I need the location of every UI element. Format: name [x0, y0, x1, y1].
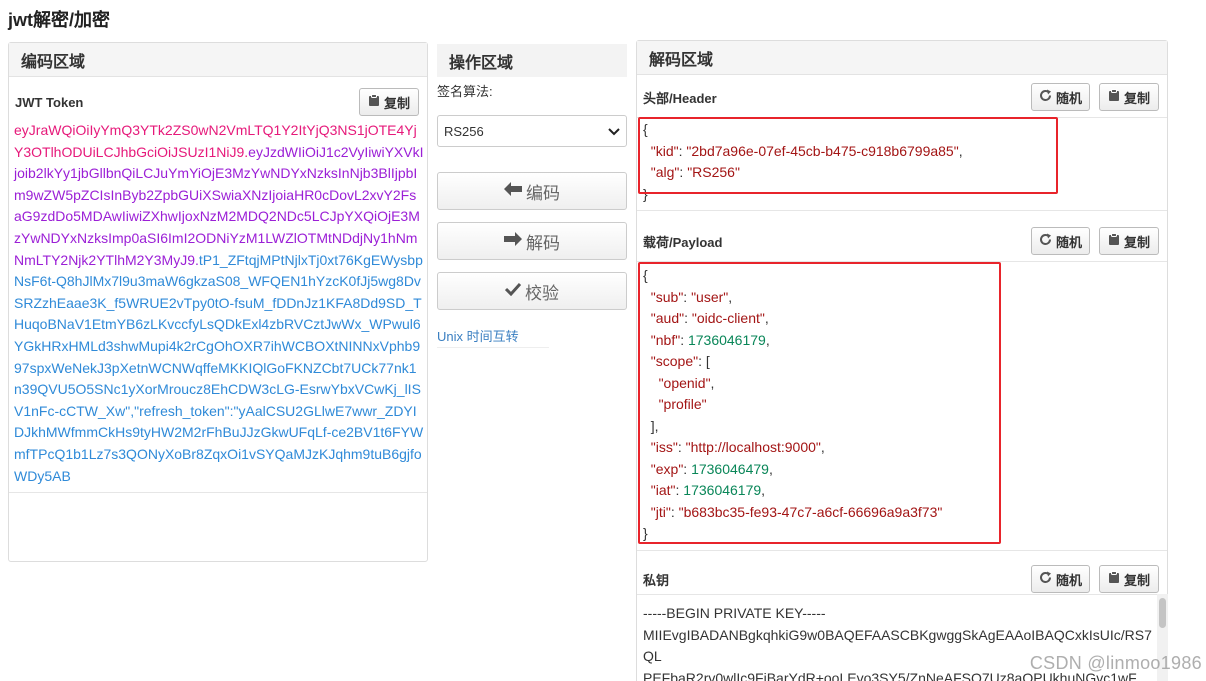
code-line: "iat": 1736046179, — [650, 482, 766, 498]
verify-button[interactable]: 校验 — [437, 272, 627, 310]
code-line: "sub": "user", — [650, 288, 733, 305]
private-key-random-label: 随机 — [1055, 572, 1082, 588]
header-json-editor[interactable]: { "kid": "2bd7a96e-07ef-45cb-b475-c918b6… — [637, 117, 1167, 211]
payload-label: 载荷/Payload — [643, 234, 723, 250]
jwt-token-header: JWT Token 复制 — [9, 81, 427, 123]
clipboard-icon — [1108, 233, 1120, 249]
private-key-copy-label: 复制 — [1123, 572, 1150, 588]
decode-panel: 解码区域 头部/Header 随机 复制 { "kid": "2bd7a96e-… — [636, 40, 1168, 681]
code-line: "scope": [ — [650, 353, 710, 369]
code-line: "exp": 1736046479, — [650, 460, 773, 477]
private-key-random-button[interactable]: 随机 — [1031, 565, 1090, 593]
clipboard-icon — [1108, 571, 1120, 587]
token-payload-part: eyJzdWIiOiJ1c2VyIiwiYXVkIjoib2lkYy1jbGll… — [14, 143, 424, 268]
page-title: jwt解密/加密 — [8, 10, 110, 30]
payload-random-button[interactable]: 随机 — [1031, 227, 1090, 255]
code-line: "iss": "http://localhost:9000", — [650, 439, 825, 455]
code-line: } — [643, 525, 648, 541]
code-line: "openid", — [658, 374, 715, 391]
header-copy-label: 复制 — [1123, 90, 1150, 106]
unix-time-link[interactable]: Unix 时间互转 — [437, 326, 549, 348]
header-copy-button[interactable]: 复制 — [1099, 83, 1159, 111]
verify-button-label: 校验 — [525, 283, 559, 303]
copy-token-button[interactable]: 复制 — [359, 88, 419, 116]
header-section-head: 头部/Header 随机 复制 — [637, 79, 1167, 115]
arrow-left-icon — [504, 181, 522, 201]
code-line: "kid": "2bd7a96e-07ef-45cb-b475-c918b679… — [650, 142, 963, 159]
private-key-scrollbar-thumb[interactable] — [1159, 598, 1166, 628]
payload-random-label: 随机 — [1055, 234, 1082, 250]
private-key-section-head: 私钥 随机 复制 — [637, 561, 1167, 597]
code-line: { — [643, 121, 648, 137]
payload-json-editor[interactable]: { "sub": "user", "aud": "oidc-client", "… — [637, 261, 1167, 551]
copy-token-label: 复制 — [383, 95, 410, 111]
header-label: 头部/Header — [643, 90, 717, 106]
encode-button-label: 编码 — [526, 183, 560, 203]
code-line: "profile" — [658, 396, 707, 412]
decode-button[interactable]: 解码 — [437, 222, 627, 260]
clipboard-icon — [1108, 89, 1120, 105]
token-divider — [9, 492, 427, 493]
private-key-copy-button[interactable]: 复制 — [1099, 565, 1159, 593]
watermark: CSDN @linmoo1986 — [1029, 653, 1202, 673]
check-icon — [504, 281, 522, 301]
code-line: "aud": "oidc-client", — [650, 310, 769, 326]
header-random-button[interactable]: 随机 — [1031, 83, 1090, 111]
refresh-icon — [1039, 89, 1052, 105]
header-random-label: 随机 — [1055, 90, 1082, 106]
operation-panel-title: 操作区域 — [437, 44, 627, 77]
arrow-right-icon — [504, 231, 522, 251]
decode-panel-title: 解码区域 — [637, 41, 1167, 75]
encode-panel-title: 编码区域 — [9, 43, 427, 77]
code-line: "alg": "RS256" — [650, 164, 740, 180]
private-key-label: 私钥 — [643, 572, 670, 588]
clipboard-icon — [368, 94, 380, 110]
code-line: "jti": "b683bc35-fe93-47c7-a6cf-66696a9a… — [650, 503, 943, 520]
encode-button[interactable]: 编码 — [437, 172, 627, 210]
code-line: "nbf": 1736046179, — [650, 331, 770, 348]
operation-panel: 操作区域 签名算法: RS256 编码 解码 校验 Unix 时间互转 — [437, 44, 627, 348]
code-line: { — [643, 267, 648, 283]
algorithm-select[interactable]: RS256 — [437, 115, 627, 147]
refresh-icon — [1039, 233, 1052, 249]
payload-section-head: 载荷/Payload 随机 复制 — [637, 223, 1167, 259]
algorithm-selected-value: RS256 — [444, 123, 484, 139]
decode-button-label: 解码 — [526, 233, 560, 253]
algorithm-label: 签名算法: — [437, 84, 493, 99]
code-line: } — [643, 185, 648, 202]
payload-copy-label: 复制 — [1123, 234, 1150, 250]
token-signature-part: tP1_ZFtqjMPtNjlxTj0xt76KgEWysbpNsF6t-Q8h… — [14, 251, 424, 484]
payload-copy-button[interactable]: 复制 — [1099, 227, 1159, 255]
refresh-icon — [1039, 571, 1052, 587]
jwt-token-label: JWT Token — [15, 94, 84, 110]
code-line: ], — [643, 417, 659, 434]
chevron-down-icon — [608, 124, 620, 139]
jwt-token-textarea[interactable]: eyJraWQiOiIyYmQ3YTk2ZS0wN2VmLTQ1Y2ItYjQ3… — [14, 120, 424, 487]
